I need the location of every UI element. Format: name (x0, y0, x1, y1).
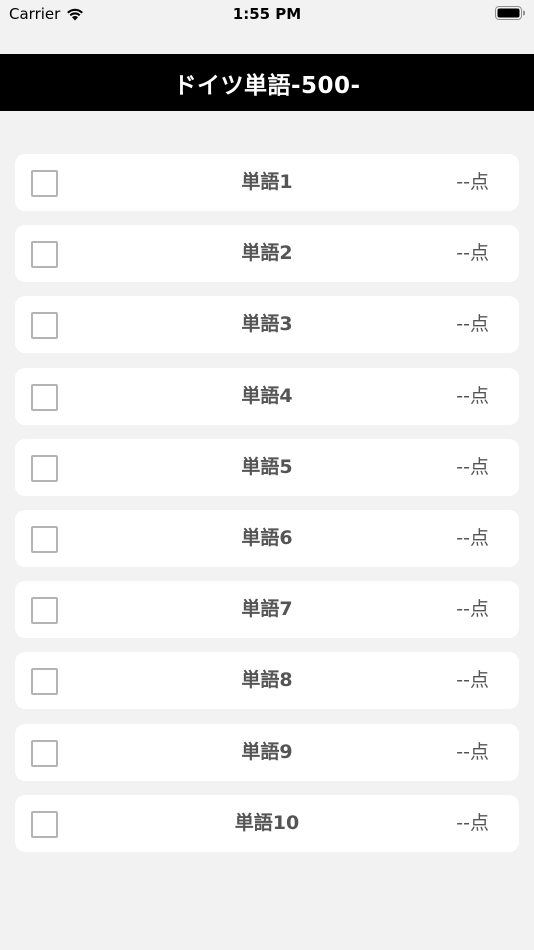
item-label: 単語8 (241, 669, 293, 692)
list-item-10[interactable]: 単語10 --点 (15, 794, 519, 852)
navigation-bar: ドイツ単語-500- (0, 54, 534, 111)
item-score: --点 (456, 384, 489, 407)
item-score: --点 (456, 313, 489, 336)
item-label: 単語1 (241, 171, 293, 193)
item-label: 単語6 (241, 526, 293, 549)
item-label: 単語4 (241, 384, 293, 407)
list-item-8[interactable]: 単語8 --点 (15, 652, 519, 710)
list-item-3[interactable]: 単語3 --点 (15, 296, 519, 354)
battery-icon (495, 6, 525, 20)
item-score: --点 (456, 455, 489, 478)
list-item-4[interactable]: 単語4 --点 (15, 367, 519, 425)
item-label: 単語10 (234, 811, 300, 834)
item-score: --点 (456, 811, 489, 834)
item-score: --点 (456, 740, 489, 763)
page-title: ドイツ単語-500- (173, 72, 361, 99)
list-item-6[interactable]: 単語6 --点 (15, 509, 519, 567)
item-label: 単語7 (241, 598, 293, 621)
status-time: 1:55 PM (232, 5, 302, 23)
list-item-1[interactable]: 単語1 --点 (15, 154, 519, 211)
list-item-9[interactable]: 単語9 --点 (15, 723, 519, 781)
list-item-2[interactable]: 単語2 --点 (15, 225, 519, 283)
list-item-5[interactable]: 単語5 --点 (15, 438, 519, 496)
item-score: --点 (456, 171, 489, 193)
word-list: 単語1 --点 単語2 --点 単語3 --点 単語4 --点 単語5 --点 … (15, 154, 519, 866)
item-label: 単語5 (241, 455, 293, 478)
item-score: --点 (456, 526, 489, 549)
item-label: 単語9 (241, 740, 293, 763)
item-score: --点 (456, 242, 489, 265)
item-label: 単語2 (241, 242, 293, 265)
status-bar: Carrier 1:55 PM (0, 0, 534, 28)
item-label: 単語3 (241, 313, 293, 336)
item-score: --点 (456, 669, 489, 692)
item-score: --点 (456, 598, 489, 621)
list-item-7[interactable]: 単語7 --点 (15, 581, 519, 639)
